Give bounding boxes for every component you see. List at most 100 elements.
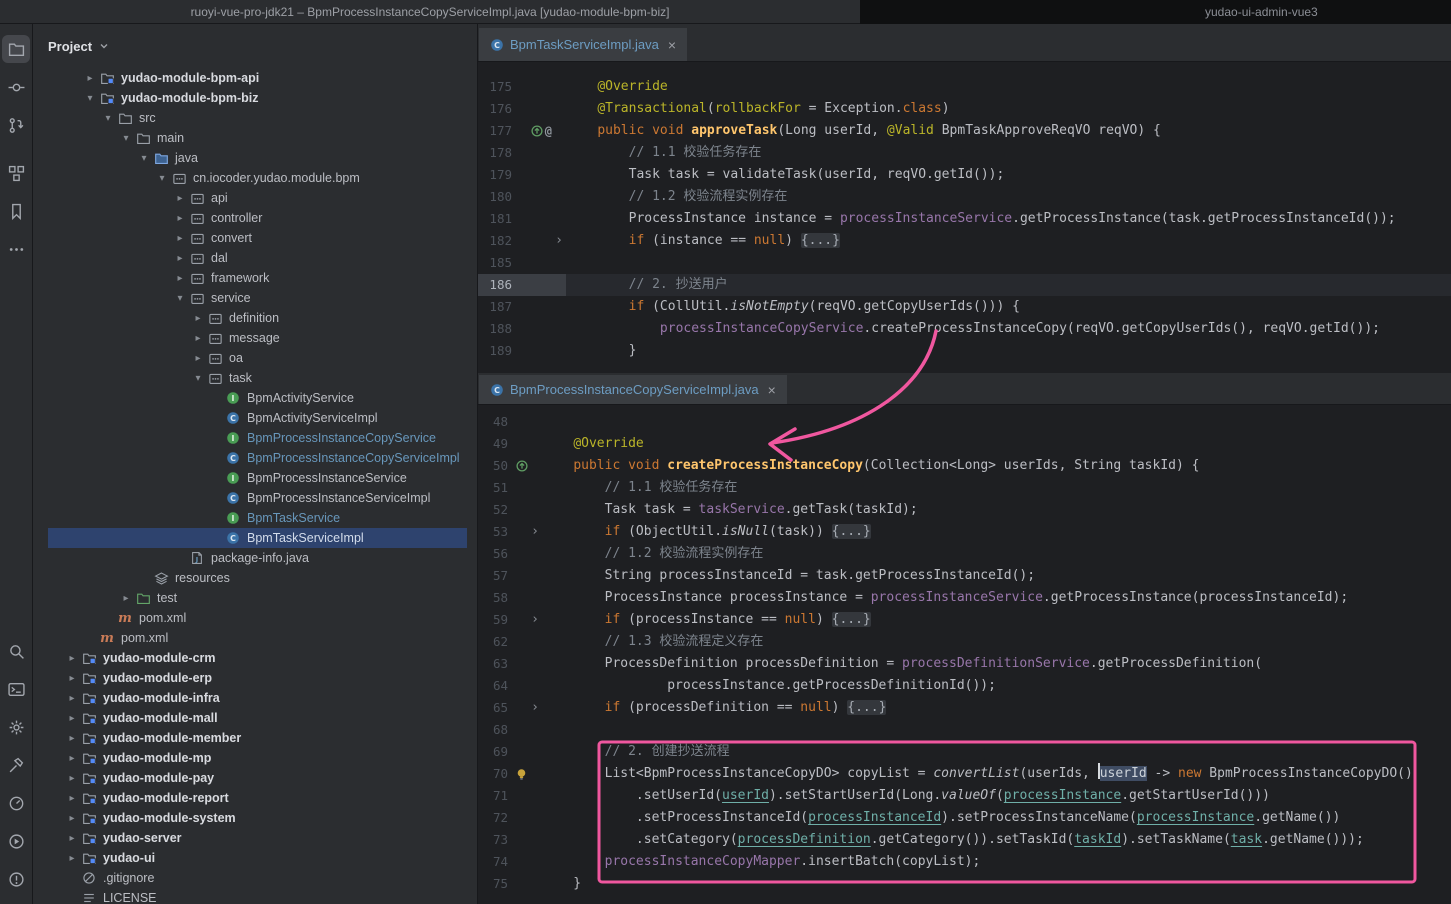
chevron-open-icon[interactable]: ▾	[189, 373, 207, 384]
chevron-closed-icon[interactable]: ▸	[63, 793, 81, 804]
tree-item-convert[interactable]: ▸convert	[33, 228, 477, 248]
chevron-closed-icon[interactable]: ▸	[171, 193, 189, 204]
tree-item-license[interactable]: LICENSE	[33, 888, 477, 904]
tree-item-yudao-module-mall[interactable]: ▸yudao-module-mall	[33, 708, 477, 728]
chevron-closed-icon[interactable]: ▸	[81, 73, 99, 84]
tree-item-bpmprocessinstanceservice[interactable]: IBpmProcessInstanceService	[33, 468, 477, 488]
tree-item-resources[interactable]: resources	[33, 568, 477, 588]
chevron-closed-icon[interactable]: ▸	[63, 753, 81, 764]
tree-item-bpmtaskserviceimpl[interactable]: CBpmTaskServiceImpl	[48, 528, 467, 548]
code-editor-top[interactable]: 175 @Override176 @Transactional(rollback…	[478, 62, 1451, 373]
tree-item-label: main	[157, 128, 184, 148]
tree-item-bpmprocessinstanceserviceimpl[interactable]: CBpmProcessInstanceServiceImpl	[33, 488, 477, 508]
chevron-closed-icon[interactable]: ▸	[171, 233, 189, 244]
tree-item-yudao-server[interactable]: ▸yudao-server	[33, 828, 477, 848]
tree-item-controller[interactable]: ▸ controller	[33, 208, 477, 228]
chevron-closed-icon[interactable]: ▸	[63, 673, 81, 684]
services-icon[interactable]	[2, 713, 30, 741]
secondary-window-title[interactable]: yudao-ui-admin-vue3	[860, 0, 1451, 24]
terminal-icon[interactable]	[2, 675, 30, 703]
chevron-closed-icon[interactable]: ▸	[171, 273, 189, 284]
tree-item-task[interactable]: ▾task	[33, 368, 477, 388]
tree-item-framework[interactable]: ▸framework	[33, 268, 477, 288]
chevron-closed-icon[interactable]: ▸	[189, 333, 207, 344]
tree-item-yudao-module-pay[interactable]: ▸yudao-module-pay	[33, 768, 477, 788]
chevron-closed-icon[interactable]: ▸	[63, 693, 81, 704]
tree-item-yudao-module-erp[interactable]: ▸yudao-module-erp	[33, 668, 477, 688]
chevron-open-icon[interactable]: ▾	[171, 293, 189, 304]
chevron-closed-icon[interactable]: ▸	[63, 833, 81, 844]
chevron-closed-icon[interactable]: ▸	[117, 593, 135, 604]
bulb-icon[interactable]	[515, 768, 528, 781]
close-tab-icon[interactable]: ×	[768, 382, 776, 398]
code-editor-bottom[interactable]: 4849 @Override50 public void createProce…	[478, 405, 1451, 904]
tree-item-yudao-module-mp[interactable]: ▸yudao-module-mp	[33, 748, 477, 768]
chevron-closed-icon[interactable]: ▸	[63, 773, 81, 784]
tree-item-package-info-java[interactable]: Jpackage-info.java	[33, 548, 477, 568]
more-icon[interactable]	[2, 235, 30, 263]
chevron-open-icon[interactable]: ▾	[99, 113, 117, 124]
tree-item-java[interactable]: ▾java	[33, 148, 477, 168]
commit-icon[interactable]	[2, 73, 30, 101]
tree-item-pom-xml[interactable]: mpom.xml	[33, 608, 477, 628]
tree-item-yudao-module-bpm-biz[interactable]: ▾yudao-module-bpm-biz	[33, 88, 477, 108]
chevron-closed-icon[interactable]: ▸	[171, 253, 189, 264]
tree-item-pom-xml[interactable]: mpom.xml	[33, 628, 477, 648]
tree-item-api[interactable]: ▸api	[33, 188, 477, 208]
chevron-closed-icon[interactable]: ▸	[63, 713, 81, 724]
fold-gutter-spacer	[552, 142, 566, 164]
tree-item-yudao-module-crm[interactable]: ▸yudao-module-crm	[33, 648, 477, 668]
tree-item-cn-iocoder-yudao-module-bpm[interactable]: ▾cn.iocoder.yudao.module.bpm	[33, 168, 477, 188]
profiler-icon[interactable]	[2, 789, 30, 817]
tree-item-yudao-module-member[interactable]: ▸yudao-module-member	[33, 728, 477, 748]
close-tab-icon[interactable]: ×	[668, 37, 676, 53]
project-icon[interactable]	[2, 35, 30, 63]
tree-item-yudao-module-infra[interactable]: ▸yudao-module-infra	[33, 688, 477, 708]
tree-item-yudao-module-system[interactable]: ▸yudao-module-system	[33, 808, 477, 828]
search-icon[interactable]	[2, 637, 30, 665]
tree-item-yudao-module-bpm-api[interactable]: ▸yudao-module-bpm-api	[33, 68, 477, 88]
fold-arrow-icon[interactable]: ›	[528, 521, 542, 543]
tree-item-bpmprocessinstancecopyservice[interactable]: IBpmProcessInstanceCopyService	[33, 428, 477, 448]
pull-requests-icon[interactable]	[2, 111, 30, 139]
tree-item-message[interactable]: ▸message	[33, 328, 477, 348]
bookmarks-icon[interactable]	[2, 197, 30, 225]
chevron-closed-icon[interactable]: ▸	[189, 313, 207, 324]
tree-item-src[interactable]: ▾src	[33, 108, 477, 128]
chevron-closed-icon[interactable]: ▸	[63, 733, 81, 744]
fold-arrow-icon[interactable]: ›	[528, 609, 542, 631]
tree-item-test[interactable]: ▸test	[33, 588, 477, 608]
tree-item-bpmactivityservice[interactable]: IBpmActivityService	[33, 388, 477, 408]
tree-item-bpmprocessinstancecopyserviceimpl[interactable]: CBpmProcessInstanceCopyServiceImpl	[33, 448, 477, 468]
chevron-closed-icon[interactable]: ▸	[63, 853, 81, 864]
tree-item-main[interactable]: ▾ main	[33, 128, 477, 148]
tree-item-service[interactable]: ▾service	[33, 288, 477, 308]
tree-item-bpmactivityserviceimpl[interactable]: CBpmActivityServiceImpl	[33, 408, 477, 428]
tree-item-label: controller	[211, 208, 262, 228]
tree-item-yudao-ui[interactable]: ▸yudao-ui	[33, 848, 477, 868]
tree-item-bpmtaskservice[interactable]: IBpmTaskService	[33, 508, 477, 528]
chevron-closed-icon[interactable]: ▸	[189, 353, 207, 364]
tree-item-yudao-module-report[interactable]: ▸yudao-module-report	[33, 788, 477, 808]
fold-arrow-icon[interactable]: ›	[552, 230, 566, 252]
tree-item-label: BpmTaskService	[247, 508, 340, 528]
tree-item-oa[interactable]: ▸oa	[33, 348, 477, 368]
chevron-open-icon[interactable]: ▾	[153, 173, 171, 184]
tree-item-dal[interactable]: ▸dal	[33, 248, 477, 268]
chevron-closed-icon[interactable]: ▸	[63, 813, 81, 824]
project-panel-header[interactable]: Project	[33, 24, 477, 68]
chevron-open-icon[interactable]: ▾	[135, 153, 153, 164]
chevron-closed-icon[interactable]: ▸	[171, 213, 189, 224]
tab-bpm-task-service-impl[interactable]: C BpmTaskServiceImpl.java ×	[479, 28, 687, 61]
run-icon[interactable]	[2, 827, 30, 855]
fold-arrow-icon[interactable]: ›	[528, 697, 542, 719]
structure-icon[interactable]	[2, 159, 30, 187]
build-icon[interactable]	[2, 751, 30, 779]
chevron-open-icon[interactable]: ▾	[117, 133, 135, 144]
problems-icon[interactable]	[2, 865, 30, 893]
tree-item-definition[interactable]: ▸definition	[33, 308, 477, 328]
chevron-closed-icon[interactable]: ▸	[63, 653, 81, 664]
chevron-open-icon[interactable]: ▾	[81, 93, 99, 104]
tab-bpm-process-instance-copy-service-impl[interactable]: C BpmProcessInstanceCopyServiceImpl.java…	[479, 375, 787, 404]
tree-item-gitignore[interactable]: .gitignore	[33, 868, 477, 888]
